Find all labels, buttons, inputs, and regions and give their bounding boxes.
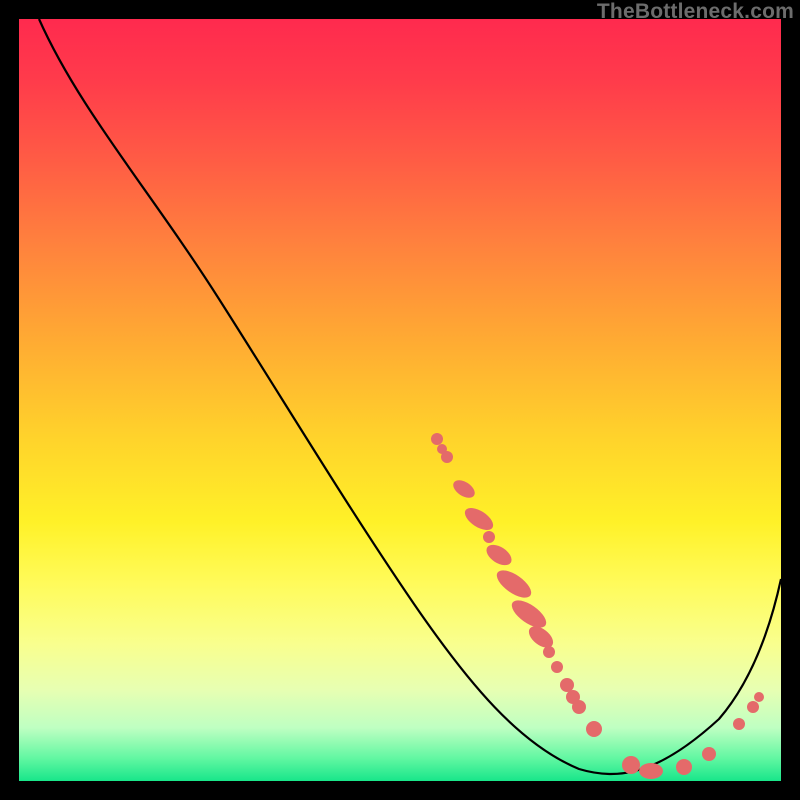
chart-marker	[747, 701, 759, 713]
chart-marker	[622, 756, 640, 774]
chart-marker	[483, 541, 515, 570]
chart-marker	[551, 661, 563, 673]
chart-marker	[676, 759, 692, 775]
chart-marker	[572, 700, 586, 714]
chart-marker	[441, 451, 453, 463]
chart-marker	[431, 433, 443, 445]
chart-marker	[639, 763, 663, 779]
chart-marker	[543, 646, 555, 658]
chart-marker	[461, 504, 497, 535]
chart-marker	[754, 692, 764, 702]
watermark-label: TheBottleneck.com	[597, 0, 794, 24]
chart-marker	[450, 477, 478, 502]
chart-marker	[586, 721, 602, 737]
chart-frame	[19, 19, 781, 781]
chart-marker	[733, 718, 745, 730]
chart-markers	[431, 433, 764, 779]
chart-marker	[483, 531, 495, 543]
chart-marker	[507, 595, 550, 633]
chart-curve	[39, 19, 781, 774]
chart-marker	[702, 747, 716, 761]
chart-svg	[19, 19, 781, 781]
chart-marker	[560, 678, 574, 692]
chart-marker	[492, 565, 535, 603]
